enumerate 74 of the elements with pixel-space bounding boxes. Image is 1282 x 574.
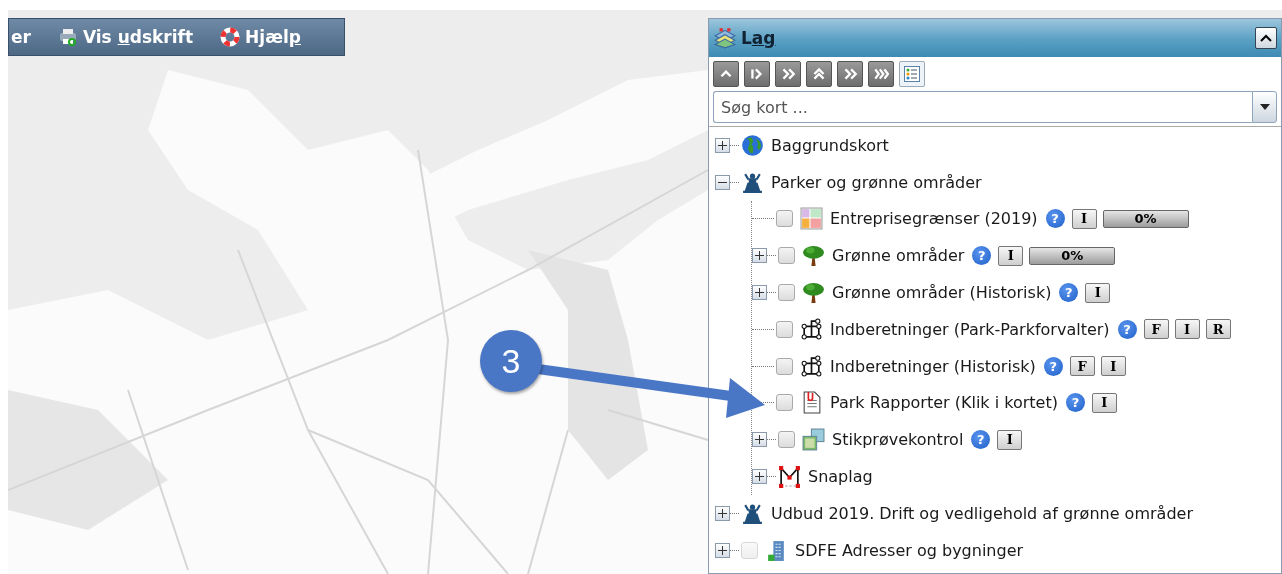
layer-checkbox[interactable]: [776, 320, 793, 338]
collapse-button[interactable]: [1255, 27, 1277, 49]
layer-label[interactable]: Indberetninger (Historisk): [830, 356, 1036, 376]
layer-checkbox[interactable]: [778, 284, 795, 302]
images-icon: [802, 428, 825, 452]
legend-icon: [904, 66, 920, 82]
lifebuoy-icon: [219, 27, 242, 47]
toolbar-link[interactable]: Hjælp: [245, 27, 301, 47]
layer-action-button[interactable]: I: [1085, 282, 1111, 303]
layer-checkbox[interactable]: [778, 431, 795, 449]
progress-reading: 0%: [1061, 248, 1084, 264]
layer-label[interactable]: Park Rapporter (Klik i kortet): [830, 393, 1058, 413]
layer-label[interactable]: Snaplag: [808, 467, 873, 487]
expand-toggle[interactable]: [715, 505, 730, 521]
layer-action-button[interactable]: I: [997, 429, 1023, 450]
tree-icon: [802, 281, 825, 305]
help-button[interactable]: ?: [1059, 283, 1079, 303]
expand-toggle[interactable]: [752, 248, 767, 264]
layers-icon: [713, 27, 737, 49]
layer-action-button[interactable]: I: [1071, 209, 1097, 229]
help-button[interactable]: ?: [1065, 393, 1085, 413]
layer-label[interactable]: Grønne områder: [832, 246, 965, 266]
layer-checkbox[interactable]: [778, 247, 795, 265]
toolbar-link[interactable]: Vis udskrift: [82, 27, 194, 47]
legend-button[interactable]: [899, 61, 925, 87]
layer-label[interactable]: Parker og grønne områder: [771, 172, 982, 192]
layer-label[interactable]: Stikprøvekontrol: [832, 430, 964, 450]
toolbar-button[interactable]: [713, 61, 739, 87]
layer-action-button[interactable]: I: [1174, 319, 1200, 340]
layer-action-button[interactable]: R: [1205, 319, 1231, 340]
layer-label[interactable]: Entreprisegrænser (2019): [830, 209, 1038, 229]
caret-icon: [1259, 104, 1270, 110]
panel-title: Lag: [741, 28, 777, 48]
toolbar-button[interactable]: [868, 61, 894, 87]
layer-action-button[interactable]: I: [998, 245, 1024, 266]
toolbar-button[interactable]: [806, 61, 832, 87]
network-icon: [800, 317, 823, 341]
layer-label[interactable]: Grønne områder (Historisk): [832, 283, 1052, 303]
expand-toggle[interactable]: [715, 137, 730, 153]
expand-toggle[interactable]: [752, 285, 767, 301]
layer-label[interactable]: Udbud 2019. Drift og vedligehold af grønne områder: [771, 503, 1193, 523]
step-forward-icon: [749, 66, 765, 82]
layer-action-button[interactable]: I: [1091, 392, 1117, 413]
layer-action-button[interactable]: F: [1069, 356, 1095, 377]
expand-toggle[interactable]: [752, 432, 767, 448]
help-button[interactable]: ?: [971, 430, 991, 450]
layer-checkbox[interactable]: [776, 394, 793, 412]
help-button[interactable]: ?: [1043, 356, 1063, 376]
double-chevron-icon: [842, 66, 858, 82]
layer-label[interactable]: Indberetninger (Park-Parkforvalter): [830, 319, 1110, 339]
network-icon: [800, 354, 823, 378]
toolbar-link[interactable]: er: [11, 27, 31, 47]
collapse-toggle[interactable]: [715, 174, 730, 190]
progress-reading: 0%: [1134, 211, 1157, 227]
layer-label[interactable]: Baggrundskort: [771, 135, 889, 155]
triple-chevron-icon: [873, 66, 889, 82]
chevron-icon: [1260, 34, 1272, 42]
expand-toggle[interactable]: [752, 469, 767, 485]
dropdown-button[interactable]: [1252, 91, 1277, 123]
tree-icon: [802, 244, 825, 268]
layer-action-button[interactable]: I: [1100, 356, 1126, 377]
toolbar-button[interactable]: [837, 61, 863, 87]
snap-icon: [778, 465, 801, 489]
double-chevron-up-icon: [811, 66, 827, 82]
layer-action-button[interactable]: F: [1143, 319, 1169, 340]
map-grid-icon: [800, 207, 823, 231]
toolbar-button[interactable]: [775, 61, 801, 87]
layer-checkbox[interactable]: [776, 357, 793, 375]
globe-icon: [741, 133, 764, 157]
toolbar-button[interactable]: [744, 61, 770, 87]
search-field[interactable]: Søg kort ...: [713, 91, 1252, 123]
layer-checkbox[interactable]: [776, 210, 793, 228]
help-button[interactable]: ?: [972, 246, 992, 266]
double-chevron-icon: [780, 66, 796, 82]
